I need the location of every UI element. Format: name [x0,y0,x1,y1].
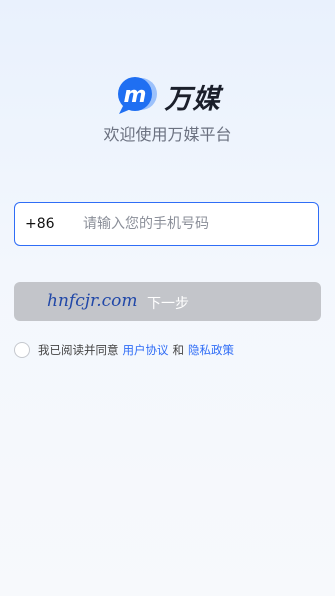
next-button-label: 下一步 [147,296,189,312]
privacy-policy-link[interactable]: 隐私政策 [188,342,234,358]
site-watermark: hnfcjr.com [47,291,138,311]
agreement-row: 我已阅读并同意 用户协议 和 隐私政策 [14,342,238,358]
welcome-subtitle: 欢迎使用万媒平台 [103,125,232,144]
country-code-selector[interactable]: +86 [15,216,77,232]
agreement-and: 和 [172,343,185,357]
brand-header: m 万媒 [0,76,335,116]
phone-field[interactable]: +86 [14,202,319,246]
phone-input[interactable] [77,203,318,245]
next-button[interactable]: hnfcjr.com 下一步 [14,282,321,321]
app-logo-icon: m [115,76,159,116]
agreement-prefix: 我已阅读并同意 [38,343,119,357]
app-name: 万媒 [164,83,221,115]
logo-glyph: m [123,83,146,108]
agreement-checkbox[interactable] [14,342,30,358]
user-agreement-link[interactable]: 用户协议 [123,342,169,358]
